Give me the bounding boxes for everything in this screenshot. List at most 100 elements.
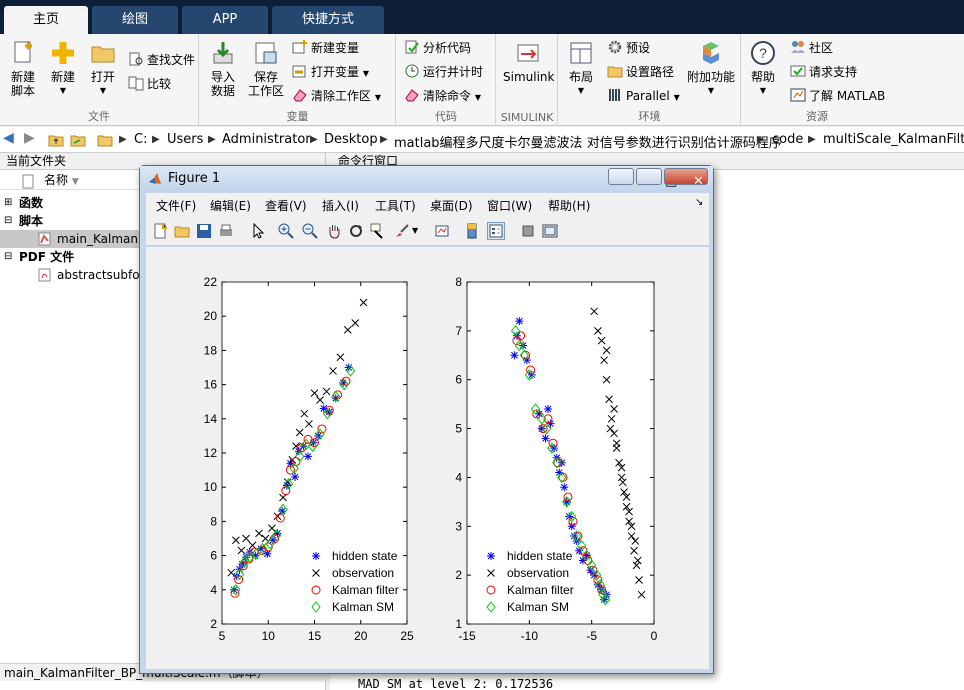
new-button[interactable]: 新建 ▼ — [46, 40, 80, 98]
menu-desktop[interactable]: 桌面(D) — [430, 197, 473, 214]
simulink-button[interactable]: Simulink — [503, 40, 554, 84]
chevron-down-icon: ▼ — [577, 86, 585, 95]
chevron-down-icon[interactable]: ▼ — [412, 226, 428, 242]
learn-matlab-label: 了解 MATLAB — [809, 89, 886, 103]
figure-window[interactable]: Figure 1 ▬ □ ✕ 文件(F) 编辑(E) 查看(V) 插入(I) 工… — [139, 165, 714, 674]
plot-area[interactable]: 5 10 15 20 25246810121416182022hidden stateo… — [146, 247, 709, 669]
group-environment-label: 环境 — [638, 110, 661, 123]
parallel-icon — [609, 89, 620, 101]
close-icon: ✕ — [693, 174, 704, 189]
y-tick-label: 18 — [204, 343, 218, 357]
breadcrumb-desktop[interactable]: Desktop — [324, 132, 378, 147]
expand-icon[interactable]: ⊞ — [4, 194, 12, 212]
back-arrow-icon[interactable]: ◀ — [3, 130, 14, 146]
forward-arrow-icon[interactable]: ▶ — [24, 130, 35, 146]
show-plot-tools-icon[interactable] — [542, 223, 558, 239]
preferences-button[interactable]: 预设 — [607, 38, 650, 58]
tab-plots[interactable]: 绘图 — [92, 6, 178, 34]
breadcrumb-drive[interactable]: C: — [134, 132, 147, 147]
find-files-button[interactable]: 查找文件 — [128, 50, 195, 70]
add-ons-button[interactable]: 附加功能 ▼ — [685, 40, 737, 98]
gear-icon — [608, 40, 622, 54]
run-and-time-icon — [405, 64, 419, 78]
help-button[interactable]: ? 帮助 ▼ — [748, 40, 778, 98]
figure-canvas[interactable]: 5 10 15 20 25 2 4 6 8 10 12 14 16 18 20 22 hidden state o… — [146, 247, 709, 669]
compare-button[interactable]: 比较 — [128, 74, 171, 94]
menu-file[interactable]: 文件(F) — [156, 197, 196, 214]
x-tick-label: 25 — [400, 629, 414, 643]
zoom-in-icon[interactable] — [278, 223, 294, 239]
dock-arrow-icon[interactable]: ↘ — [695, 197, 703, 208]
chevron-down-icon: ▼ — [474, 93, 481, 102]
brush-icon[interactable] — [394, 223, 410, 239]
print-icon[interactable] — [218, 223, 234, 239]
set-path-button[interactable]: 设置路径 — [607, 62, 674, 82]
address-bar: ◀ ▶ ▶ C: ▶ Users ▶ Administrator ▶ Deskt… — [0, 127, 964, 153]
link-plot-icon[interactable] — [434, 223, 450, 239]
folder-icon — [607, 66, 623, 78]
add-ons-icon — [703, 42, 719, 64]
zoom-out-icon[interactable] — [302, 223, 318, 239]
group-file: 新建 脚本 新建 ▼ 打开 ▼ 查找文件 比较 文件 — [0, 34, 199, 126]
data-point-* — [562, 497, 571, 506]
figure-menubar: 文件(F) 编辑(E) 查看(V) 插入(I) 工具(T) 桌面(D) 窗口(W… — [146, 193, 709, 216]
breadcrumb-current-folder[interactable]: multiScale_KalmanFilter — [823, 132, 964, 147]
svg-text:?: ? — [759, 45, 767, 61]
breadcrumb-code[interactable]: code — [772, 132, 803, 147]
colorbar-icon[interactable] — [464, 223, 480, 239]
close-button[interactable]: ✕ — [664, 168, 708, 189]
new-script-button[interactable]: 新建 脚本 — [6, 40, 40, 98]
community-button[interactable]: 社区 — [790, 38, 833, 58]
maximize-button[interactable]: □ — [636, 168, 677, 189]
data-cursor-icon[interactable] — [370, 223, 386, 239]
minimize-button[interactable]: ▬ — [608, 168, 649, 189]
eraser-icon — [405, 89, 419, 102]
open-variable-button[interactable]: 打开变量 ▼ — [292, 62, 369, 82]
learn-matlab-button[interactable]: 了解 MATLAB — [790, 86, 885, 106]
clear-workspace-button[interactable]: 清除工作区 ▼ — [292, 86, 381, 106]
add-ons-label: 附加功能 — [686, 70, 735, 84]
menu-view[interactable]: 查看(V) — [265, 197, 307, 214]
legend-icon[interactable] — [487, 222, 505, 240]
breadcrumb-users[interactable]: Users — [167, 132, 203, 147]
hide-plot-tools-icon[interactable] — [520, 223, 536, 239]
parallel-button[interactable]: Parallel ▼ — [607, 86, 680, 106]
save-workspace-button[interactable]: 保存 工作区 — [246, 40, 286, 98]
figure-titlebar[interactable]: Figure 1 ▬ □ ✕ — [140, 166, 713, 192]
figure-title: Figure 1 — [168, 171, 221, 186]
up-folder-icon[interactable] — [48, 132, 64, 148]
pointer-icon[interactable] — [250, 223, 266, 239]
legend-label: Kalman SM — [332, 600, 394, 614]
new-variable-label: 新建变量 — [311, 41, 360, 55]
menu-window[interactable]: 窗口(W) — [487, 197, 532, 214]
run-and-time-button[interactable]: 运行并计时 — [404, 62, 483, 82]
menu-help[interactable]: 帮助(H) — [548, 197, 590, 214]
folder-icon — [91, 46, 115, 63]
tab-shortcuts[interactable]: 快捷方式 — [272, 6, 384, 34]
open-button[interactable]: 打开 ▼ — [86, 40, 120, 98]
menu-tools[interactable]: 工具(T) — [375, 197, 416, 214]
breadcrumb-project-folder[interactable]: matlab编程多尺度卡尔曼滤波法 对信号参数进行识别估计源码程序 — [394, 132, 782, 151]
new-variable-button[interactable]: 新建变量 — [292, 38, 359, 58]
pan-icon[interactable] — [326, 223, 342, 239]
request-support-button[interactable]: 请求支持 — [790, 62, 857, 82]
rotate-icon[interactable] — [348, 223, 364, 239]
open-file-icon[interactable] — [174, 223, 190, 239]
collapse-icon[interactable]: ⊟ — [4, 212, 12, 230]
analyze-code-button[interactable]: 分析代码 — [404, 38, 471, 58]
tab-apps[interactable]: APP — [182, 6, 268, 34]
collapse-icon[interactable]: ⊟ — [4, 248, 12, 266]
browse-folder-icon[interactable] — [70, 132, 86, 148]
save-icon[interactable] — [196, 223, 212, 239]
menu-insert[interactable]: 插入(I) — [322, 197, 359, 214]
y-tick-label: 6 — [455, 373, 462, 387]
y-tick-label: 10 — [204, 480, 218, 494]
new-figure-icon[interactable] — [152, 223, 168, 239]
layout-button[interactable]: 布局 ▼ — [563, 40, 599, 98]
menu-edit[interactable]: 编辑(E) — [210, 197, 251, 214]
y-tick-label: 12 — [204, 446, 218, 460]
import-data-button[interactable]: 导入 数据 — [206, 40, 240, 98]
breadcrumb-administrator[interactable]: Administrator — [222, 132, 311, 147]
tab-home[interactable]: 主页 — [4, 6, 88, 34]
clear-commands-button[interactable]: 清除命令 ▼ — [404, 86, 481, 106]
